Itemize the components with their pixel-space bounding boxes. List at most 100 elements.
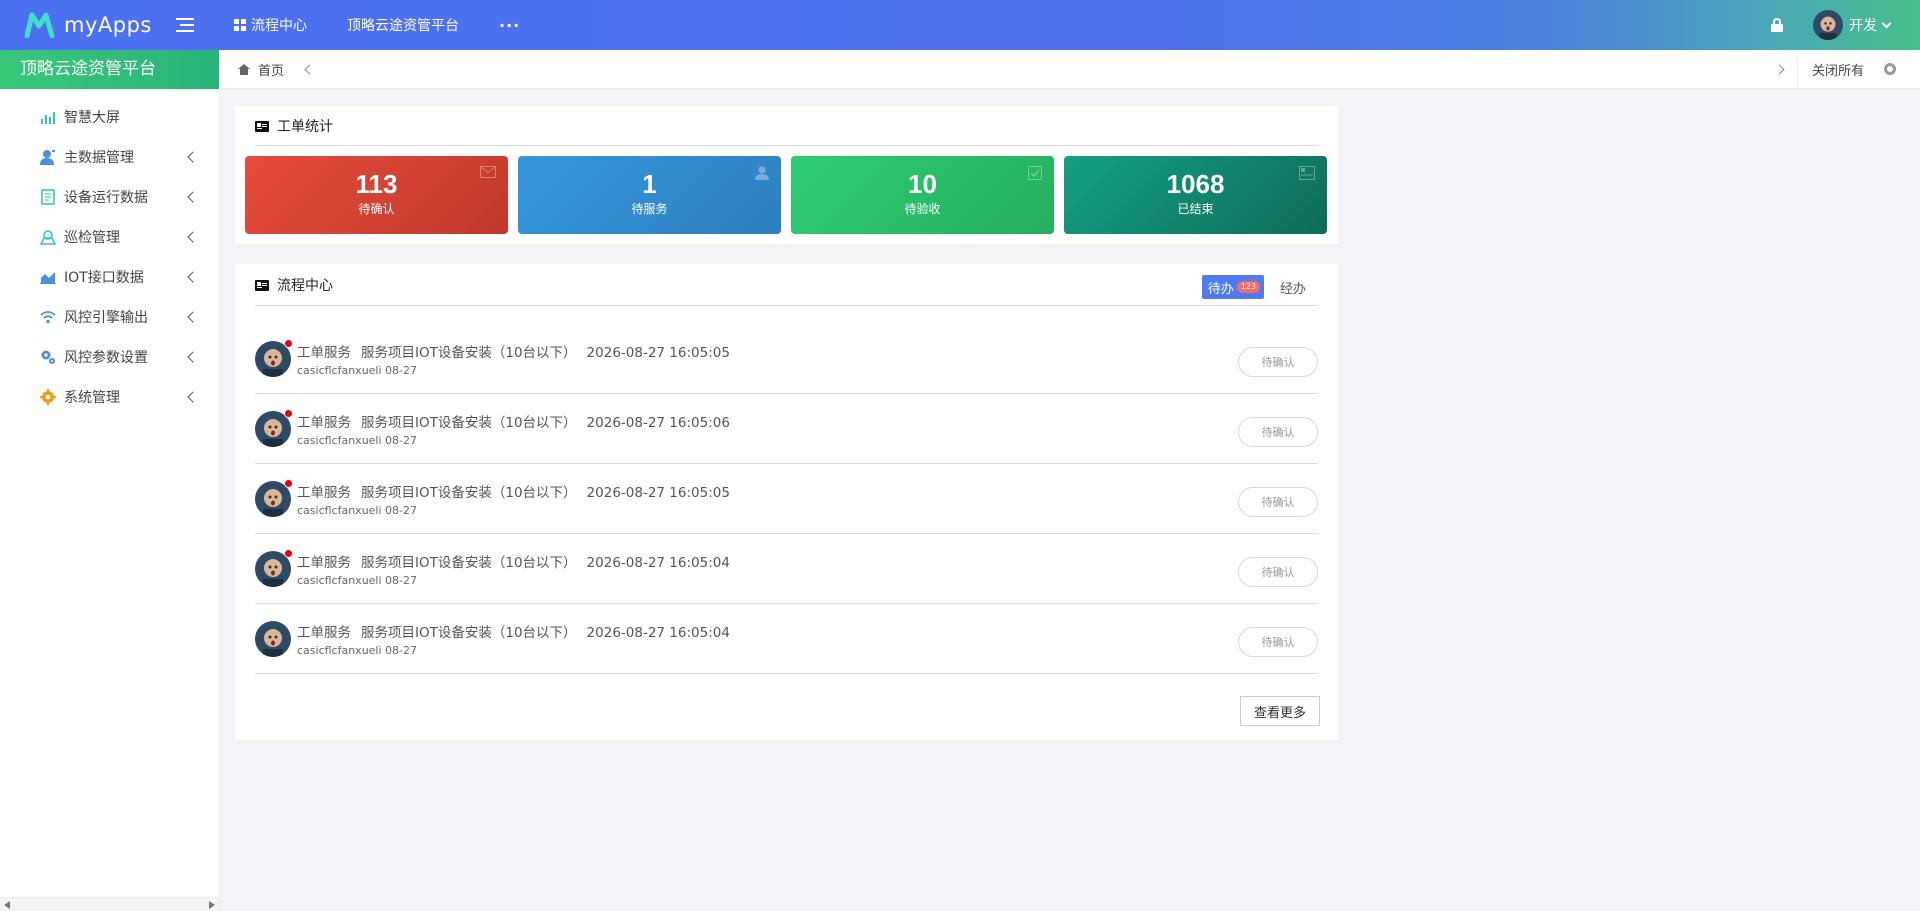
gear-icon — [40, 389, 56, 405]
tab-todo-label: 待办 — [1207, 281, 1234, 297]
sidebar-item-system[interactable]: 系统管理 — [0, 377, 219, 417]
scroll-left-icon[interactable] — [4, 901, 10, 909]
card-icon — [255, 120, 269, 132]
stat-value: 113 — [355, 169, 398, 199]
stat-value: 1 — [642, 169, 657, 199]
menu-toggle-icon[interactable] — [176, 18, 194, 32]
avatar — [255, 338, 293, 377]
sidebar-item-risk-params[interactable]: 风控参数设置 — [0, 337, 219, 377]
tab-home[interactable]: 首页 — [220, 60, 284, 79]
item-type: 工单服务 — [297, 344, 351, 361]
user-avatar[interactable] — [1813, 10, 1843, 40]
chevron-down-icon[interactable] — [1881, 18, 1892, 28]
sidebar-item-risk-output[interactable]: 风控引擎输出 — [0, 297, 219, 337]
sidebar-item-label: 智慧大屏 — [64, 110, 120, 126]
inspect-icon — [40, 229, 56, 245]
view-more-button[interactable]: 查看更多 — [1240, 696, 1320, 726]
sidebar: 顶略云途资管平台 智慧大屏 主数据管理 设备运行数据 巡检管理 IOT接口数据 … — [0, 50, 220, 911]
topnav-flow-center[interactable]: 流程中心 — [234, 15, 307, 35]
stats-panel-header: 工单统计 — [235, 106, 1338, 146]
avatar — [255, 620, 291, 657]
tab-handled[interactable]: 经办 — [1280, 278, 1320, 297]
tab-todo[interactable]: 待办 123 — [1201, 275, 1264, 299]
card-icon — [255, 279, 269, 291]
top-nav: 流程中心 顶略云途资管平台 ··· — [234, 15, 520, 35]
list-item-text: 工单服务 服务项目IOT设备安装（10台以下） 2026-08-27 16:05:0… — [297, 411, 740, 447]
topnav-platform-label: 顶略云途资管平台 — [347, 18, 459, 34]
person-icon — [755, 166, 769, 180]
stat-cards: 113 待确认 1 待服务 10 待验收 1068 已结束 — [235, 146, 1338, 234]
stat-card-pending-accept[interactable]: 10 待验收 — [791, 156, 1054, 234]
chevron-left-icon — [187, 271, 199, 283]
sidebar-item-inspection[interactable]: 巡检管理 — [0, 217, 219, 257]
close-all-button[interactable]: 关闭所有 — [1812, 60, 1864, 79]
topnav-flow-center-label: 流程中心 — [251, 18, 307, 34]
item-time: 2026-08-27 16:05:06 — [586, 414, 730, 431]
panel-title: 流程中心 — [277, 278, 333, 294]
item-time: 2026-08-27 16:05:04 — [586, 624, 730, 641]
stat-label: 待服务 — [631, 202, 668, 216]
chevron-left-icon[interactable] — [304, 64, 315, 74]
stat-card-finished[interactable]: 1068 已结束 — [1064, 156, 1327, 234]
tab-home-label: 首页 — [258, 63, 285, 79]
lock-icon[interactable] — [1771, 18, 1783, 32]
mail-icon — [480, 166, 496, 178]
list-item[interactable]: 工单服务 服务项目IOT设备安装（10台以下） 2026-08-27 16:05:0… — [255, 604, 1318, 674]
stat-card-pending-confirm[interactable]: 113 待确认 — [245, 156, 508, 234]
sidebar-item-device-data[interactable]: 设备运行数据 — [0, 177, 219, 217]
item-subtitle: casicflcfanxueli 08-27 — [297, 643, 418, 657]
status-button[interactable]: 待确认 — [1238, 347, 1318, 377]
tab-bar: 首页 关闭所有 — [220, 50, 1920, 89]
status-button[interactable]: 待确认 — [1238, 557, 1318, 587]
item-subtitle: casicflcfanxueli 08-27 — [297, 363, 418, 377]
item-title: 服务项目IOT设备安装（10台以下） — [361, 414, 577, 431]
sidebar-item-label: 设备运行数据 — [64, 190, 148, 206]
status-button[interactable]: 待确认 — [1238, 627, 1318, 657]
list-item[interactable]: 工单服务 服务项目IOT设备安装（10台以下） 2026-08-27 16:05:0… — [255, 534, 1318, 604]
stat-value: 1068 — [1166, 169, 1225, 199]
sidebar-item-label: IOT接口数据 — [64, 270, 144, 286]
avatar — [255, 408, 293, 447]
sidebar-item-master-data[interactable]: 主数据管理 — [0, 137, 219, 177]
item-time: 2026-08-27 16:05:05 — [586, 344, 730, 361]
sidebar-item-dashboard[interactable]: 智慧大屏 — [0, 97, 219, 137]
document-icon — [40, 189, 56, 205]
more-icon[interactable]: ··· — [499, 16, 520, 35]
app-logo[interactable]: myApps — [0, 12, 160, 38]
list-item-text: 工单服务 服务项目IOT设备安装（10台以下） 2026-08-27 16:05:0… — [297, 341, 740, 377]
list-item[interactable]: 工单服务 服务项目IOT设备安装（10台以下） 2026-08-27 16:05:0… — [255, 324, 1318, 394]
flow-panel: 流程中心 待办 123 经办 工单服务 服务项目IOT设备安装（10台以下） 202… — [235, 264, 1338, 740]
chevron-left-icon — [187, 191, 199, 203]
area-chart-icon — [40, 269, 56, 285]
avatar — [255, 548, 293, 587]
sidebar-scrollbar[interactable] — [0, 897, 219, 911]
grid-icon — [234, 19, 246, 31]
flow-list: 工单服务 服务项目IOT设备安装（10台以下） 2026-08-27 16:05:0… — [235, 324, 1338, 674]
item-type: 工单服务 — [297, 414, 351, 431]
scroll-right-icon[interactable] — [209, 901, 215, 909]
list-item[interactable]: 工单服务 服务项目IOT设备安装（10台以下） 2026-08-27 16:05:0… — [255, 394, 1318, 464]
list-item-text: 工单服务 服务项目IOT设备安装（10台以下） 2026-08-27 16:05:0… — [297, 551, 740, 587]
status-button[interactable]: 待确认 — [1238, 487, 1318, 517]
item-title: 服务项目IOT设备安装（10台以下） — [361, 484, 577, 501]
list-item-text: 工单服务 服务项目IOT设备安装（10台以下） 2026-08-27 16:05:0… — [297, 481, 740, 517]
chevron-left-icon — [187, 391, 199, 403]
sidebar-item-iot-data[interactable]: IOT接口数据 — [0, 257, 219, 297]
chevron-left-icon — [187, 151, 199, 163]
stat-card-pending-service[interactable]: 1 待服务 — [518, 156, 781, 234]
status-button[interactable]: 待确认 — [1238, 417, 1318, 447]
chevron-left-icon — [187, 231, 199, 243]
sidebar-menu: 智慧大屏 主数据管理 设备运行数据 巡检管理 IOT接口数据 风控引擎输出 风控… — [0, 89, 219, 417]
divider — [1796, 50, 1798, 88]
item-time: 2026-08-27 16:05:04 — [586, 554, 730, 571]
wifi-icon — [40, 309, 56, 325]
inbox-icon — [1299, 166, 1315, 180]
stat-label: 待验收 — [904, 202, 941, 216]
home-icon — [238, 63, 250, 75]
list-item[interactable]: 工单服务 服务项目IOT设备安装（10台以下） 2026-08-27 16:05:0… — [255, 464, 1318, 534]
gear-icon[interactable] — [1884, 63, 1896, 75]
chevron-right-icon[interactable] — [1774, 64, 1785, 74]
topnav-platform[interactable]: 顶略云途资管平台 — [347, 15, 459, 35]
user-name[interactable]: 开发 — [1849, 15, 1877, 35]
stats-panel: 工单统计 113 待确认 1 待服务 10 待验收 1068 已结束 — [235, 106, 1338, 244]
